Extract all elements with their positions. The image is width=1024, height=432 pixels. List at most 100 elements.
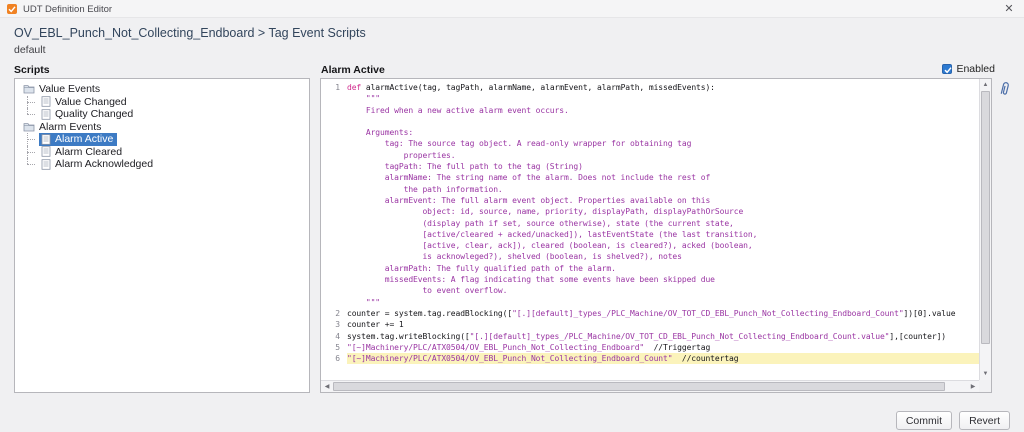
scripts-tree[interactable]: Value Events Value Changed Quality Changed…: [14, 78, 310, 393]
code-line[interactable]: Arguments:: [321, 127, 979, 138]
tree-item-alarm-events[interactable]: Alarm Events: [15, 121, 309, 134]
script-icon: [41, 159, 51, 170]
line-number: [321, 184, 347, 195]
code-line[interactable]: 5 "[~]Machinery/PLC/ATX0504/OV_EBL_Punch_…: [321, 342, 979, 353]
code-line[interactable]: """: [321, 93, 979, 104]
code-line[interactable]: alarmPath: The fully qualified path of t…: [321, 263, 979, 274]
tree-item-label: Value Changed: [55, 95, 127, 108]
titlebar: UDT Definition Editor ✕: [0, 0, 1024, 18]
tree-item-value-changed[interactable]: Value Changed: [15, 95, 309, 109]
code-line[interactable]: the path information.: [321, 184, 979, 195]
scroll-right-icon[interactable]: [967, 381, 979, 392]
tree-item-value-events[interactable]: Value Events: [15, 83, 309, 96]
tree-item-label: Alarm Events: [39, 120, 102, 133]
folder-icon: [23, 122, 35, 132]
script-icon: [41, 109, 51, 120]
code-line[interactable]: to event overflow.: [321, 285, 979, 296]
enabled-checkbox[interactable]: [942, 64, 953, 74]
scrollbar-corner: [979, 380, 991, 392]
code-text: Arguments:: [347, 128, 414, 138]
enabled-control: Enabled: [942, 63, 995, 75]
code-line[interactable]: properties.: [321, 150, 979, 161]
check-icon: [944, 67, 953, 74]
horizontal-scroll-thumb[interactable]: [333, 382, 945, 391]
line-number: [321, 218, 347, 229]
code-text: [active/cleared + acked/unacked]), lastE…: [347, 229, 758, 239]
code-text: properties.: [347, 150, 456, 160]
tree-item-alarm-cleared[interactable]: Alarm Cleared: [15, 145, 309, 159]
code-line[interactable]: Fired when a new active alarm event occu…: [321, 105, 979, 116]
script-icon: [41, 134, 51, 145]
tree-connector: [27, 95, 39, 109]
tree-connector: [27, 108, 39, 121]
breadcrumb: OV_EBL_Punch_Not_Collecting_Endboard > T…: [14, 26, 366, 40]
code-line[interactable]: 1 def alarmActive(tag, tagPath, alarmName…: [321, 82, 979, 93]
scroll-left-icon[interactable]: [321, 381, 333, 392]
line-number: [321, 105, 347, 116]
code-line[interactable]: [active/cleared + acked/unacked]), lastE…: [321, 229, 979, 240]
enabled-label: Enabled: [956, 63, 995, 75]
scroll-up-icon[interactable]: [980, 79, 991, 91]
code-text: def alarmActive(tag, tagPath, alarmName,…: [347, 83, 715, 92]
window-title: UDT Definition Editor: [23, 4, 113, 15]
tree-item-label: Value Events: [39, 83, 101, 96]
code-text: to event overflow.: [347, 286, 508, 296]
vertical-scroll-thumb[interactable]: [981, 91, 990, 344]
line-number: [321, 297, 347, 308]
tree-item-alarm-acknowledged[interactable]: Alarm Acknowledged: [15, 158, 309, 171]
code-line[interactable]: tag: The source tag object. A read-only …: [321, 138, 979, 149]
code-line[interactable]: """: [321, 297, 979, 308]
code-text: alarmEvent: The full alarm event object.…: [347, 195, 711, 205]
code-text: "[~]Machinery/PLC/ATX0504/OV_EBL_Punch_N…: [347, 353, 979, 365]
vertical-scrollbar[interactable]: [979, 79, 991, 380]
code-text: alarmName: The string name of the alarm.…: [347, 173, 711, 183]
tree-connector: [27, 145, 39, 159]
code-line[interactable]: missedEvents: A flag indicating that som…: [321, 274, 979, 285]
tree-item-label: Alarm Cleared: [55, 145, 123, 158]
code-text: (display path if set, source otherwise),…: [347, 218, 734, 228]
tree-item-quality-changed[interactable]: Quality Changed: [15, 108, 309, 121]
code-line[interactable]: object: id, source, name, priority, disp…: [321, 206, 979, 217]
code-text: "[~]Machinery/PLC/ATX0504/OV_EBL_Punch_N…: [347, 342, 711, 352]
code-line[interactable]: (display path if set, source otherwise),…: [321, 218, 979, 229]
revert-button[interactable]: Revert: [959, 411, 1010, 430]
line-number: [321, 127, 347, 138]
line-number: [321, 172, 347, 183]
code-line[interactable]: 6 "[~]Machinery/PLC/ATX0504/OV_EBL_Punch_…: [321, 353, 979, 365]
tree-item-alarm-active[interactable]: Alarm Active: [15, 133, 309, 146]
code-line[interactable]: alarmName: The string name of the alarm.…: [321, 172, 979, 183]
code-editor[interactable]: 1 def alarmActive(tag, tagPath, alarmName…: [320, 78, 992, 393]
code-line[interactable]: 3 counter += 1: [321, 319, 979, 330]
scroll-down-icon[interactable]: [980, 368, 991, 380]
line-number: 6: [335, 354, 340, 364]
script-icon: [41, 96, 51, 107]
code-line[interactable]: [active, clear, ack]), cleared (boolean,…: [321, 240, 979, 251]
horizontal-scrollbar[interactable]: [321, 380, 979, 392]
tree-connector: [27, 133, 39, 146]
code-line[interactable]: is acknowleged?), shelved (boolean, is s…: [321, 251, 979, 262]
tree-connector: [27, 158, 39, 171]
code-line[interactable]: tagPath: The full path to the tag (Strin…: [321, 161, 979, 172]
line-number: [321, 116, 347, 127]
line-number: [321, 93, 347, 104]
folder-icon: [23, 84, 35, 94]
line-number: [321, 161, 347, 172]
code-area[interactable]: 1 def alarmActive(tag, tagPath, alarmName…: [321, 79, 979, 380]
paperclip-icon[interactable]: [997, 80, 1013, 98]
code-text: Fired when a new active alarm event occu…: [347, 105, 569, 115]
code-text: is acknowleged?), shelved (boolean, is s…: [347, 252, 682, 262]
commit-button[interactable]: Commit: [895, 411, 952, 430]
code-line[interactable]: 4 system.tag.writeBlocking(["[.][default]…: [321, 331, 979, 342]
scripts-panel-title: Scripts: [14, 64, 50, 76]
line-number: [321, 251, 347, 262]
line-number: [321, 150, 347, 161]
line-number: [321, 274, 347, 285]
code-line[interactable]: [321, 116, 979, 127]
script-icon: [41, 146, 51, 157]
close-button[interactable]: ✕: [1002, 2, 1016, 15]
code-line[interactable]: alarmEvent: The full alarm event object.…: [321, 195, 979, 206]
code-text: alarmPath: The fully qualified path of t…: [347, 263, 616, 273]
code-line[interactable]: 2 counter = system.tag.readBlocking(["[.]…: [321, 308, 979, 319]
line-number: 2: [335, 308, 340, 318]
